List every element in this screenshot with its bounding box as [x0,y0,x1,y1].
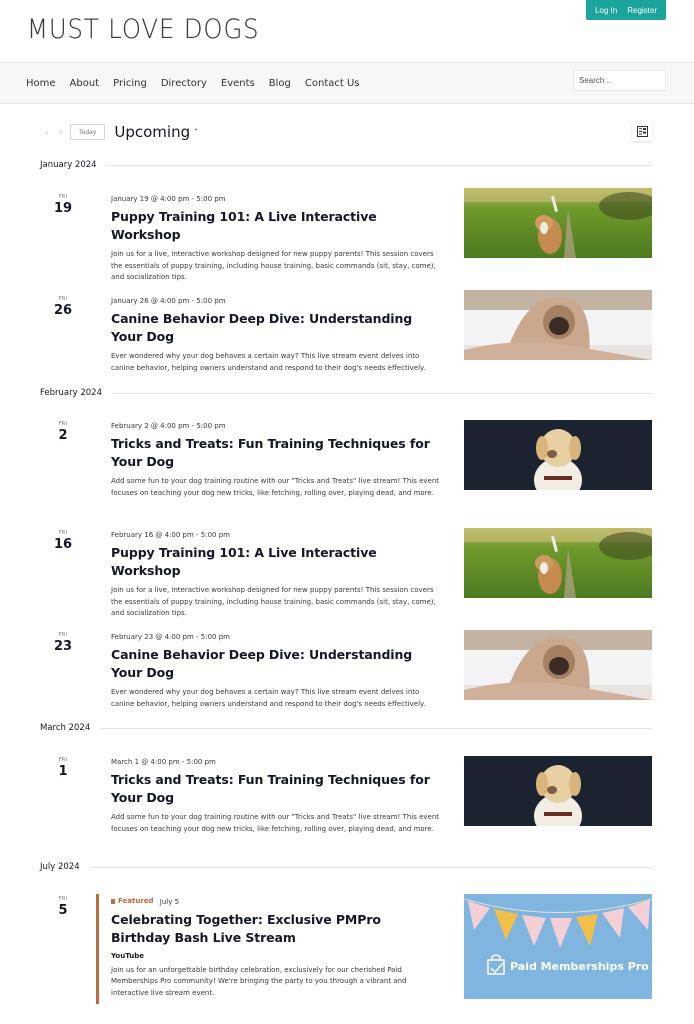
labrador-image [464,756,652,826]
event-date-tag: FRI 19 [40,194,86,217]
register-link[interactable]: Register [627,6,657,15]
today-button[interactable]: Today [70,124,106,140]
event-title-link[interactable]: Canine Behavior Deep Dive: Understanding… [111,311,412,344]
nav-home[interactable]: Home [26,78,56,89]
labrador-image [464,420,652,490]
nav-events[interactable]: Events [221,78,255,89]
divider [112,392,652,394]
event-datetime: February 2 @ 4:00 pm - 5:00 pm [111,422,226,430]
event-weekday: FRI [58,296,68,302]
month-separator: July 2024 [40,861,652,873]
month-separator: March 2024 [40,722,652,734]
event-weekday: FRI [58,632,68,638]
event-image-beagle[interactable] [464,528,652,598]
event-date-tag: FRI 5 [40,896,86,919]
nav-blog[interactable]: Blog [269,78,291,89]
events-toolbar: ‹ › Today Upcoming ˅ [40,122,198,142]
view-selector[interactable]: Upcoming ˅ [114,123,198,141]
month-label: January 2024 [40,160,97,170]
event-datetime: July 5 [159,897,180,906]
site-header: MUST LOVE DOGS Log In Register [0,0,694,62]
event-description: Add some fun to your dog training routin… [111,813,440,833]
featured-badge: Featured [111,896,154,906]
event-date-tag: FRI 23 [40,632,86,655]
event-datetime: March 1 @ 4:00 pm - 5:00 pm [111,758,216,766]
event-date-tag: FRI 2 [40,421,86,444]
event-description: Ever wondered why your dog behaves a cer… [111,352,426,372]
event-image-labrador[interactable] [464,756,652,826]
event-day: 5 [58,903,68,918]
view-title: Upcoming [114,123,191,141]
event-title-link[interactable]: Tricks and Treats: Fun Training Techniqu… [111,772,430,805]
event-day: 26 [53,303,73,318]
event-title-link[interactable]: Puppy Training 101: A Live Interactive W… [111,545,377,578]
event-weekday: FRI [58,194,68,200]
event-date-tag: FRI 26 [40,296,86,319]
event-datetime: February 16 @ 4:00 pm - 5:00 pm [111,531,230,539]
beagle-image [464,528,652,598]
event-description: Join us for an unforgettable birthday ce… [111,965,407,997]
event-datetime: January 19 @ 4:00 pm - 5:00 pm [111,195,226,203]
event-weekday: FRI [58,896,68,902]
nav-pricing[interactable]: Pricing [113,78,147,89]
event-weekday: FRI [58,421,68,427]
pmpro-banner-image: Paid Memberships Pro [464,894,652,999]
event-description: Ever wondered why your dog behaves a cer… [111,688,426,708]
divider [106,164,652,166]
event-venue: YouTube [111,951,144,960]
event-weekday: FRI [58,530,68,536]
view-switch-button[interactable] [632,121,652,141]
event-date-tag: FRI 1 [40,757,86,780]
divider [100,727,652,729]
nav-directory[interactable]: Directory [161,78,207,89]
event-title-link[interactable]: Puppy Training 101: A Live Interactive W… [111,209,377,242]
event-description: Join us for a live, interactive workshop… [111,586,436,618]
divider [89,866,652,868]
event-title-link[interactable]: Tricks and Treats: Fun Training Techniqu… [111,436,430,469]
event-date-tag: FRI 16 [40,530,86,553]
beagle-image [464,188,652,258]
event-image-pug[interactable] [464,630,652,700]
month-label: March 2024 [40,723,91,733]
event-image-pmpro[interactable]: Paid Memberships Pro [464,894,652,999]
bookmark-icon [111,898,115,904]
event-day: 19 [53,201,73,216]
chevron-down-icon: ˅ [194,128,199,137]
event-title-link[interactable]: Canine Behavior Deep Dive: Understanding… [111,647,412,680]
month-separator: January 2024 [40,159,652,171]
chevron-right-icon[interactable]: › [54,126,68,139]
event-day: 23 [53,639,73,654]
event-image-labrador[interactable] [464,420,652,490]
event-datetime: January 26 @ 4:00 pm - 5:00 pm [111,297,226,305]
pmpro-logo-text: Paid Memberships Pro [510,960,649,973]
search-input[interactable] [573,70,666,91]
featured-label: Featured [118,897,154,905]
nav-about[interactable]: About [70,78,100,89]
event-day: 2 [58,428,68,443]
event-title-link[interactable]: Celebrating Together: Exclusive PMPro Bi… [111,912,381,945]
event-description: Add some fun to your dog training routin… [111,477,440,497]
account-bar: Log In Register [586,0,666,20]
event-day: 1 [58,764,68,779]
event-image-pug[interactable] [464,290,652,360]
event-datetime: February 23 @ 4:00 pm - 5:00 pm [111,633,230,641]
main-nav: Home About Pricing Directory Events Blog… [0,62,694,104]
event-day: 16 [53,537,73,552]
featured-accent-bar [96,894,99,1004]
login-link[interactable]: Log In [595,6,617,15]
pug-image [464,290,652,360]
event-image-beagle[interactable] [464,188,652,258]
event-datetime-row: Featured July 5 [111,896,441,907]
pug-image [464,630,652,700]
site-logo[interactable]: MUST LOVE DOGS [27,12,285,46]
month-label: February 2024 [40,388,102,398]
event-description: Join us for a live, interactive workshop… [111,250,436,282]
logo-text: MUST LOVE DOGS [27,13,260,45]
month-separator: February 2024 [40,387,652,399]
list-view-icon [636,125,648,137]
chevron-left-icon[interactable]: ‹ [40,126,54,139]
event-weekday: FRI [58,757,68,763]
month-label: July 2024 [40,862,80,872]
nav-contact-us[interactable]: Contact Us [305,78,360,89]
